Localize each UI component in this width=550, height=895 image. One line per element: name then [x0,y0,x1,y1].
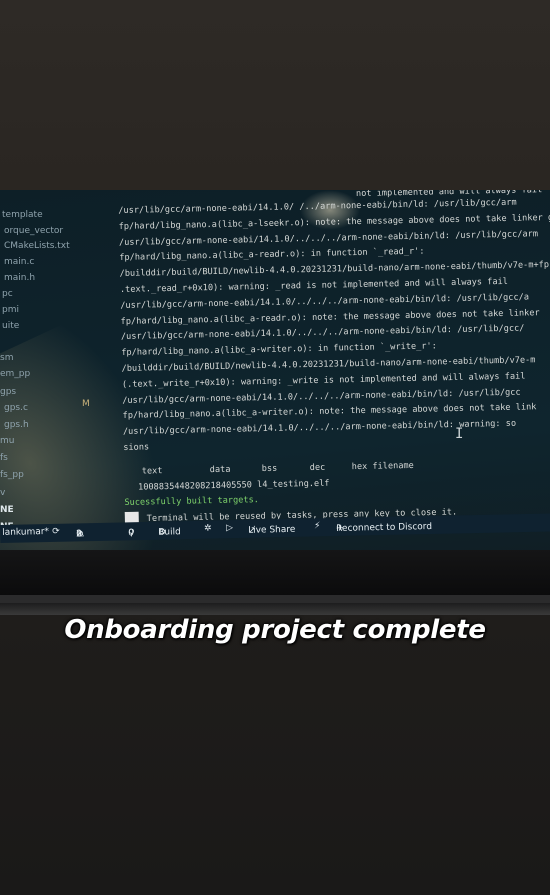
wand-icon[interactable]: ⚡ [314,521,321,531]
size-value: 3544 [163,481,185,492]
explorer-item[interactable]: pc [2,289,13,299]
story-caption: Onboarding project complete [64,615,486,645]
text-cursor-icon: I [455,426,464,442]
size-header: text [141,465,163,477]
modified-badge: M [82,399,90,409]
explorer-item[interactable]: fs [0,453,8,463]
explorer-item[interactable]: main.h [4,273,35,283]
debug-icon[interactable]: ✲ [204,524,212,534]
size-header: bss [261,463,278,474]
remote-user[interactable]: lankumar* [2,527,49,538]
explorer-item[interactable]: template [2,210,43,220]
explorer-item[interactable]: mu [0,436,14,446]
explorer-item[interactable]: em_pp [0,369,30,379]
photo-of-screen: template orque_vector CMakeLists.txt mai… [0,190,550,615]
size-header: dec [309,462,326,473]
laptop-bezel [0,550,550,615]
explorer-item[interactable]: fs_pp [0,470,24,480]
laptop-bezel-edge [0,595,550,603]
size-value: 8208 [184,480,206,492]
explorer-item[interactable]: pmi [2,305,19,315]
explorer-item[interactable]: v [0,488,5,498]
explorer-item[interactable]: main.c [4,257,34,267]
file-explorer: template orque_vector CMakeLists.txt mai… [0,190,110,532]
warning-count: 0 [76,529,83,540]
explorer-item[interactable]: uite [2,321,19,331]
explorer-item[interactable]: orque_vector [4,226,63,236]
size-value: 21840 [205,480,232,491]
discord-label: Reconnect to Discord [336,521,433,534]
live-share-label: Live Share [248,524,296,536]
explorer-item[interactable]: sm [0,353,13,363]
explorer-item[interactable]: NE [0,505,14,515]
ports-count: 0 [128,528,135,539]
explorer-item[interactable]: CMakeLists.txt [4,241,70,251]
size-header: data [209,464,231,475]
size-header: hex filename [351,460,414,472]
explorer-item[interactable]: gps.c [4,403,28,413]
build-label: Build [158,527,181,538]
explorer-item[interactable]: gps.h [4,420,29,430]
run-icon[interactable]: ▷ [226,523,233,533]
sync-icon[interactable]: ⟳ [52,527,60,537]
explorer-item[interactable]: gps [0,387,16,397]
terminal-output: not implemented and will always fail /us… [118,190,550,528]
size-value: 10088 [137,481,165,493]
size-value: 5550 l4_testing.elf [231,478,330,491]
